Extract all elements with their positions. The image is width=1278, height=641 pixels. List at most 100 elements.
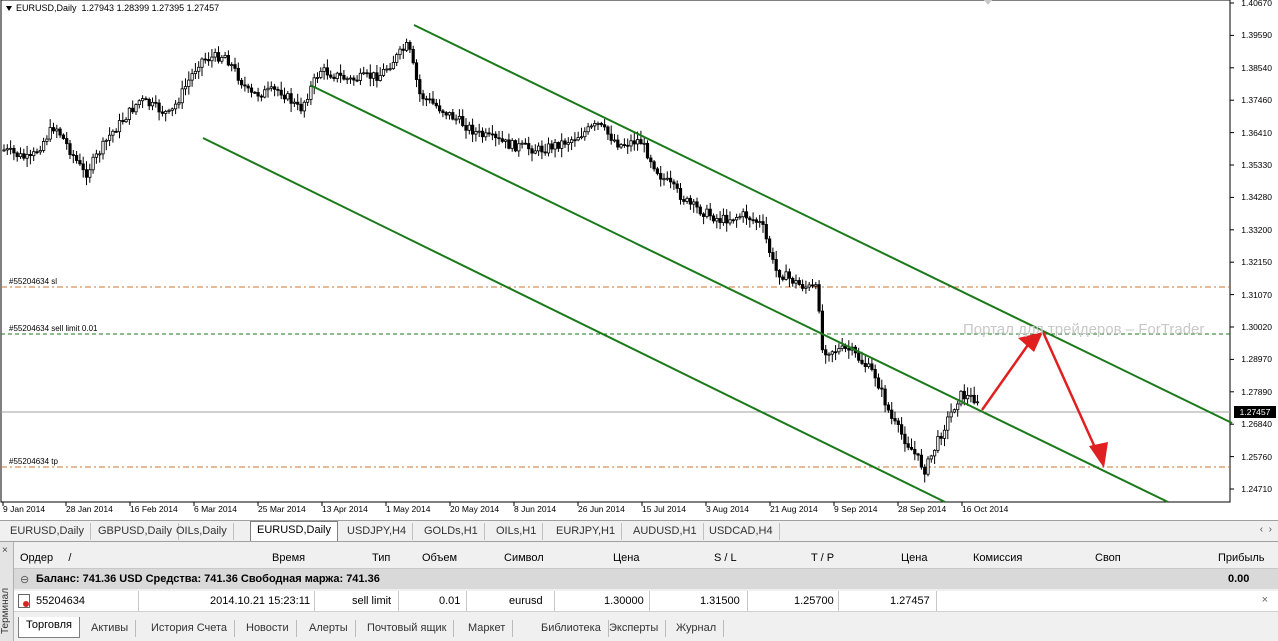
candle-body (804, 286, 808, 289)
date-tick-label: 6 Mar 2014 (194, 504, 237, 514)
candle-body (15, 152, 19, 158)
chart-tab-usdjpy-h4[interactable]: USDJPY,H4 (341, 523, 414, 540)
candle-body (309, 86, 313, 100)
close-icon[interactable]: × (2, 545, 8, 556)
candle-body (758, 221, 762, 223)
date-tick-label: 25 Mar 2014 (258, 504, 306, 514)
order-sl: 1.31500 (700, 595, 740, 607)
tab-scroll-arrows[interactable]: ‹ › (1260, 524, 1272, 535)
candle-body (203, 58, 207, 61)
candle-body (279, 89, 283, 96)
candle-body (213, 52, 217, 58)
chart-tab-eurusd-daily[interactable]: EURUSD,Daily (4, 523, 91, 540)
candle-body (75, 155, 79, 161)
order-row[interactable]: 55204634 2014.10.21 15:23:11 sell limit … (14, 591, 1278, 612)
chart-tab-golds-h1[interactable]: GOLDs,H1 (418, 523, 485, 540)
candle-body (761, 221, 765, 225)
header-swap[interactable]: Своп (1095, 552, 1121, 564)
candle-body (249, 87, 254, 93)
candle-body (206, 59, 211, 62)
terminal-tab-2[interactable]: История Счета (144, 620, 236, 637)
candle-body (276, 88, 280, 91)
candle-body (840, 345, 844, 349)
candle-body (365, 72, 369, 75)
candle-body (474, 131, 478, 135)
chart-tab-oils-h1[interactable]: OILs,H1 (490, 523, 544, 540)
terminal-tab-9[interactable]: Журнал (669, 620, 725, 637)
candle-body (517, 143, 521, 152)
candle-body (305, 99, 310, 103)
chart-tab-gbpusd-daily[interactable]: GBPUSD,Daily (92, 523, 179, 540)
candle-body (721, 214, 726, 224)
candle-body (358, 72, 363, 81)
candle-body (272, 86, 277, 90)
chart-tab-audusd-h1[interactable]: AUDUSD,H1 (627, 523, 704, 540)
collapse-icon[interactable]: ⊖ (20, 573, 29, 586)
candle-body (395, 54, 399, 63)
candle-body (55, 128, 59, 132)
candle-body (111, 130, 115, 136)
candle-body (632, 140, 636, 145)
terminal-tab-1[interactable]: Активы (84, 620, 137, 637)
candle-body (929, 455, 933, 460)
header-tp[interactable]: T / P (811, 552, 834, 564)
candle-body (725, 214, 729, 224)
balance-row[interactable]: ⊖ Баланс: 741.36 USD Средства: 741.36 Св… (14, 569, 1278, 589)
chart-area[interactable]: EURUSD,Daily 1.27943 1.28399 1.27395 1.2… (0, 0, 1278, 520)
candle-body (180, 88, 184, 104)
candle-body (579, 136, 584, 139)
candle-body (530, 148, 534, 154)
header-commission[interactable]: Комиссия (973, 552, 1022, 564)
header-profit[interactable]: Прибыль (1218, 552, 1265, 564)
terminal-tab-7[interactable]: Библиотека (534, 620, 609, 637)
chart-tab-oils-daily[interactable]: OILs,Daily (170, 523, 234, 540)
terminal-tab-5[interactable]: Почтовый ящик (360, 620, 455, 637)
candle-body (117, 120, 122, 133)
candle-body (622, 144, 627, 146)
candle-body (411, 48, 415, 64)
dropdown-triangle-icon[interactable] (6, 6, 12, 12)
header-sl[interactable]: S / L (714, 552, 737, 564)
candle-body (371, 72, 376, 79)
header-volume[interactable]: Объем (422, 552, 457, 564)
candle-body (190, 73, 194, 81)
price-chart[interactable] (0, 0, 1278, 520)
candle-body (131, 107, 135, 113)
price-tick-label: 1.35330 (1241, 160, 1272, 170)
price-tick-label: 1.39590 (1241, 30, 1272, 41)
terminal-tab-4[interactable]: Алерты (302, 620, 356, 637)
header-price[interactable]: Цена (613, 552, 639, 564)
candle-body (147, 98, 151, 107)
candle-body (58, 128, 62, 136)
candle-body (883, 388, 887, 406)
candle-body (220, 57, 224, 62)
chart-tab-eurusd-daily[interactable]: EURUSD,Daily (250, 521, 338, 541)
header-price-current[interactable]: Цена (901, 552, 927, 564)
header-order[interactable]: Ордер / (20, 552, 71, 564)
date-tick-label: 13 Apr 2014 (322, 504, 368, 514)
candle-body (636, 139, 640, 145)
candle-body (847, 348, 851, 351)
candle-body (909, 446, 914, 450)
candle-body (494, 133, 498, 139)
close-order-icon[interactable]: × (1262, 594, 1268, 606)
header-type[interactable]: Тип (372, 552, 390, 564)
chart-tab-eurjpy-h1[interactable]: EURJPY,H1 (550, 523, 623, 540)
candle-body (32, 151, 36, 157)
candle-body (768, 238, 772, 253)
candle-body (246, 85, 250, 89)
header-symbol[interactable]: Символ (504, 552, 544, 564)
terminal-tab-0[interactable]: Торговля (18, 617, 80, 638)
terminal-tab-3[interactable]: Новости (239, 620, 297, 637)
candle-body (500, 138, 504, 142)
header-time[interactable]: Время (272, 552, 305, 564)
watermark: Портал для трейдеров – ForTrader (963, 321, 1205, 338)
terminal-tab-6[interactable]: Маркет (461, 620, 514, 637)
candle-body (84, 169, 89, 178)
candle-body (834, 351, 838, 354)
price-tick-label: 1.32150 (1241, 257, 1272, 268)
terminal-tab-8[interactable]: Эксперты (602, 620, 667, 637)
candle-body (573, 139, 577, 142)
chart-tab-usdcad-h4[interactable]: USDCAD,H4 (703, 523, 780, 540)
candle-body (718, 218, 722, 224)
